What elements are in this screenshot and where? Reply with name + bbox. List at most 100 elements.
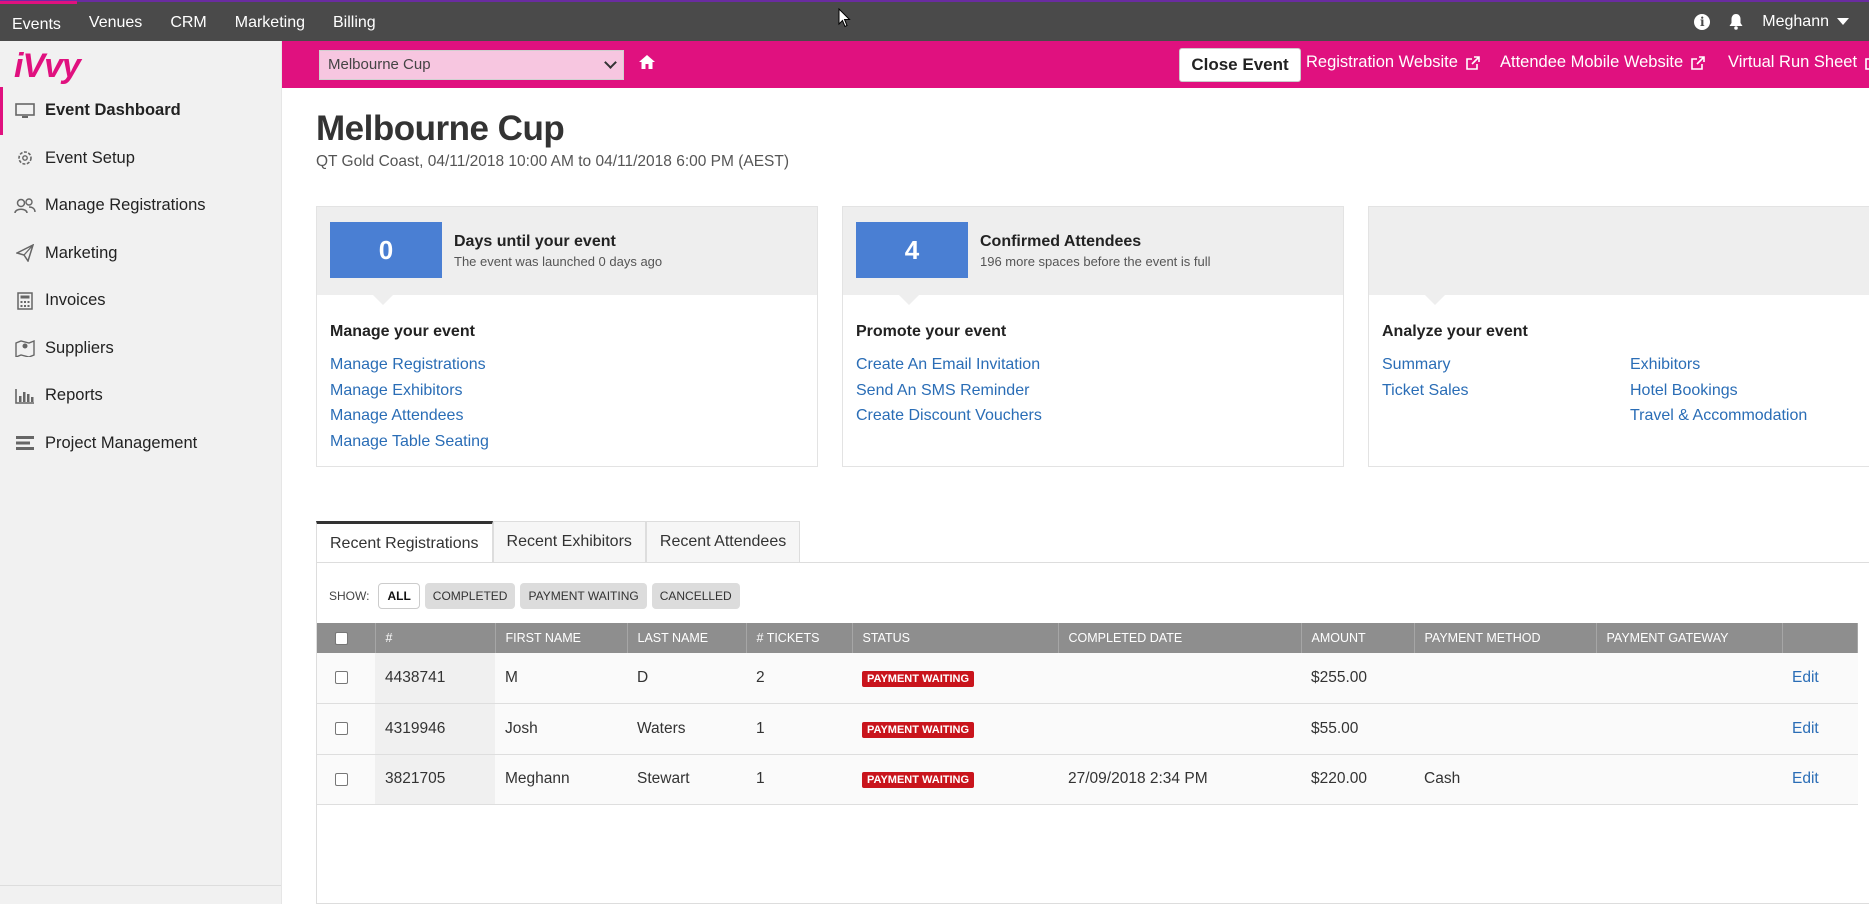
- sidebar-item-label: Marketing: [45, 243, 118, 262]
- row-checkbox[interactable]: [335, 772, 348, 786]
- nav-venues[interactable]: Venues: [77, 2, 158, 41]
- status-filter: SHOW: ALL COMPLETED PAYMENT WAITING CANC…: [329, 583, 740, 609]
- sidebar-item-label: Manage Registrations: [45, 196, 206, 215]
- manage-registrations-link[interactable]: Manage Registrations: [330, 356, 489, 374]
- tab-recent-exhibitors[interactable]: Recent Exhibitors: [492, 521, 646, 562]
- sidebar-item-label: Project Management: [45, 433, 198, 452]
- table-row[interactable]: 4438741 M D 2 PAYMENT WAITING $255.00 Ed…: [317, 653, 1858, 704]
- tab-recent-attendees[interactable]: Recent Attendees: [645, 521, 801, 562]
- virtual-run-sheet-label: Virtual Run Sheet: [1728, 53, 1858, 71]
- cell-actions: Edit: [1782, 754, 1858, 805]
- col-amount-header[interactable]: AMOUNT: [1301, 623, 1415, 653]
- cell-id: 4319946: [375, 703, 495, 755]
- cell-payment-gateway: [1596, 703, 1782, 755]
- exhibitors-link[interactable]: Exhibitors: [1630, 356, 1807, 374]
- sidebar-item-suppliers[interactable]: Suppliers: [0, 325, 281, 373]
- col-payment-gateway-header[interactable]: PAYMENT GATEWAY: [1596, 623, 1783, 653]
- row-select-cell: [317, 653, 375, 704]
- ivvy-logo[interactable]: iVvy: [0, 41, 281, 87]
- col-status-header[interactable]: STATUS: [852, 623, 1059, 653]
- bell-icon[interactable]: [1728, 13, 1744, 30]
- table-row[interactable]: 3821705 Meghann Stewart 1 PAYMENT WAITIN…: [317, 754, 1858, 805]
- cell-payment-method: [1414, 653, 1596, 704]
- nav-events[interactable]: Events: [0, 0, 77, 40]
- sidebar-item-manage-registrations[interactable]: Manage Registrations: [0, 182, 281, 230]
- cell-tickets: 1: [746, 754, 852, 805]
- create-discount-vouchers-link[interactable]: Create Discount Vouchers: [856, 407, 1042, 425]
- filter-all-button[interactable]: ALL: [378, 583, 420, 609]
- col-completed-date-header[interactable]: COMPLETED DATE: [1058, 623, 1302, 653]
- sidebar-item-label: Event Dashboard: [45, 101, 181, 120]
- table-row[interactable]: 4319946 Josh Waters 1 PAYMENT WAITING $5…: [317, 703, 1858, 755]
- col-last-name-header[interactable]: LAST NAME: [627, 623, 747, 653]
- travel-accommodation-link[interactable]: Travel & Accommodation: [1630, 407, 1807, 425]
- virtual-run-sheet-link[interactable]: Virtual Run Sheet: [1728, 53, 1869, 72]
- create-email-invitation-link[interactable]: Create An Email Invitation: [856, 356, 1042, 374]
- table-header-row: # FIRST NAME LAST NAME # TICKETS STATUS …: [317, 623, 1858, 653]
- tab-recent-registrations[interactable]: Recent Registrations: [316, 521, 493, 563]
- manage-attendees-link[interactable]: Manage Attendees: [330, 407, 489, 425]
- nav-billing[interactable]: Billing: [321, 2, 392, 41]
- status-badge: PAYMENT WAITING: [862, 671, 975, 687]
- stat-subtitle: The event was launched 0 days ago: [454, 254, 663, 269]
- status-badge: PAYMENT WAITING: [862, 772, 975, 789]
- home-icon[interactable]: [638, 53, 656, 71]
- ticket-sales-link[interactable]: Ticket Sales: [1382, 382, 1469, 400]
- filter-payment-waiting-button[interactable]: PAYMENT WAITING: [520, 583, 647, 609]
- close-event-button[interactable]: Close Event: [1179, 48, 1301, 82]
- send-sms-reminder-link[interactable]: Send An SMS Reminder: [856, 382, 1042, 400]
- cell-tickets: 2: [746, 653, 852, 704]
- hotel-bookings-link[interactable]: Hotel Bookings: [1630, 382, 1807, 400]
- filter-completed-button[interactable]: COMPLETED: [424, 583, 516, 609]
- select-all-checkbox[interactable]: [335, 632, 348, 646]
- gear-icon: [14, 149, 36, 167]
- user-menu[interactable]: Meghann: [1762, 13, 1849, 31]
- select-all-header: [317, 623, 376, 653]
- row-checkbox[interactable]: [335, 671, 348, 685]
- manage-exhibitors-link[interactable]: Manage Exhibitors: [330, 382, 489, 400]
- filter-cancelled-button[interactable]: CANCELLED: [651, 583, 740, 609]
- col-first-name-header[interactable]: FIRST NAME: [495, 623, 628, 653]
- map-pin-icon: [14, 339, 36, 358]
- sidebar-item-reports[interactable]: Reports: [0, 372, 281, 420]
- stat-title: Days until your event: [454, 233, 616, 250]
- nav-marketing[interactable]: Marketing: [223, 2, 321, 41]
- card-links: Manage Registrations Manage Exhibitors M…: [330, 356, 489, 451]
- nav-crm[interactable]: CRM: [158, 2, 222, 41]
- event-select[interactable]: Melbourne Cup: [319, 50, 624, 80]
- info-icon[interactable]: i: [1694, 13, 1711, 30]
- sidebar: iVvy Event Dashboard Event Setup Manage …: [0, 41, 282, 904]
- users-icon: [14, 197, 36, 215]
- top-nav-right: i Meghann: [1694, 2, 1849, 41]
- edit-link[interactable]: Edit: [1792, 669, 1819, 686]
- confirmed-attendees-value: 4: [856, 222, 968, 278]
- col-id-header[interactable]: #: [375, 623, 496, 653]
- status-badge: PAYMENT WAITING: [862, 721, 975, 738]
- sidebar-item-project-management[interactable]: Project Management: [0, 420, 281, 468]
- chevron-down-icon: [604, 56, 617, 69]
- cell-status: PAYMENT WAITING: [852, 754, 1058, 805]
- sidebar-item-event-dashboard[interactable]: Event Dashboard: [0, 87, 281, 135]
- row-checkbox[interactable]: [335, 722, 348, 736]
- sidebar-item-event-setup[interactable]: Event Setup: [0, 135, 281, 183]
- edit-link[interactable]: Edit: [1792, 720, 1819, 737]
- mouse-cursor-icon: [838, 8, 851, 28]
- sidebar-item-invoices[interactable]: Invoices: [0, 277, 281, 325]
- cell-completed-date: [1058, 653, 1301, 704]
- cell-amount: $55.00: [1301, 703, 1414, 755]
- col-payment-method-header[interactable]: PAYMENT METHOD: [1414, 623, 1597, 653]
- attendee-mobile-website-link[interactable]: Attendee Mobile Website: [1500, 53, 1705, 72]
- paper-plane-icon: [14, 244, 36, 263]
- cell-amount: $220.00: [1301, 754, 1414, 805]
- edit-link[interactable]: Edit: [1792, 770, 1819, 787]
- summary-link[interactable]: Summary: [1382, 356, 1469, 374]
- registrations-table: # FIRST NAME LAST NAME # TICKETS STATUS …: [317, 623, 1858, 805]
- page-title: Melbourne Cup: [316, 109, 565, 148]
- cell-first-name: M: [495, 653, 627, 704]
- col-tickets-header[interactable]: # TICKETS: [746, 623, 853, 653]
- tasks-icon: [14, 434, 36, 452]
- external-link-icon: [1466, 55, 1480, 70]
- registration-website-link[interactable]: Registration Website: [1306, 53, 1480, 72]
- manage-table-seating-link[interactable]: Manage Table Seating: [330, 433, 489, 451]
- sidebar-item-marketing[interactable]: Marketing: [0, 230, 281, 278]
